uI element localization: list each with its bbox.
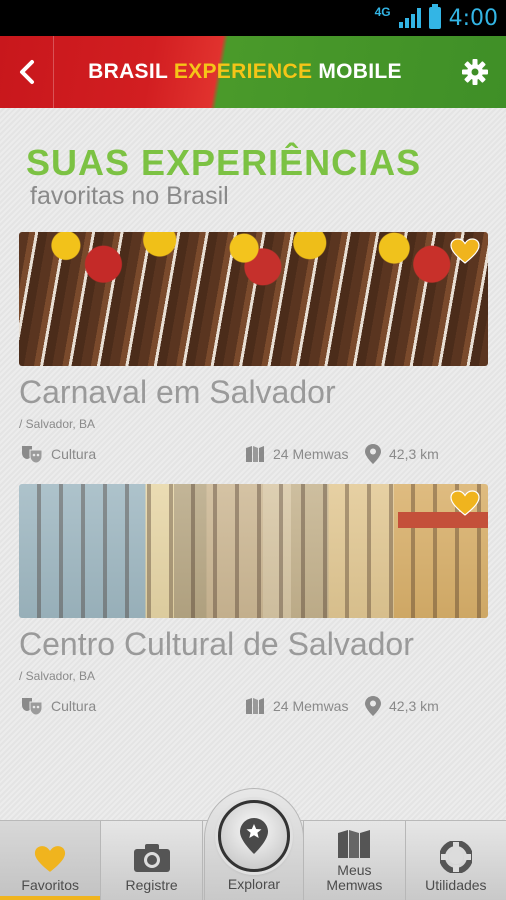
experience-title[interactable]: Carnaval em Salvador [19, 374, 488, 411]
page-subtitle: favoritas no Brasil [30, 182, 229, 210]
category: Cultura [21, 441, 96, 467]
experience-image[interactable] [19, 232, 488, 366]
back-arrow-icon [19, 60, 34, 84]
experience-image[interactable] [19, 484, 488, 618]
explore-button[interactable] [218, 800, 290, 872]
distance: 42,3 km [365, 693, 439, 719]
experience-card[interactable]: Carnaval em Salvador / Salvador, BA Cult… [19, 232, 488, 467]
distance-label: 42,3 km [389, 698, 439, 714]
app-title-part1: BRASIL [88, 60, 174, 83]
tab-registre[interactable]: Registre [101, 821, 203, 900]
experience-title[interactable]: Centro Cultural de Salvador [19, 626, 488, 663]
theater-masks-icon [22, 698, 43, 716]
experience-meta: Cultura 24 Memwas 42,3 km [19, 693, 488, 719]
memwas-count: 24 Memwas [245, 441, 348, 467]
app-header: BRASIL EXPERIENCE MOBILE [0, 36, 506, 108]
back-button[interactable] [0, 36, 54, 108]
memwas-count: 24 Memwas [245, 693, 348, 719]
theater-masks-icon [22, 446, 43, 464]
camera-icon [133, 844, 170, 872]
category: Cultura [21, 693, 96, 719]
app-title-accent: EXPERIENCE [173, 60, 313, 83]
memwas-label: 24 Memwas [273, 698, 349, 714]
tab-label: Registre [125, 877, 178, 893]
status-bar: 4G 4:00 [0, 0, 506, 36]
settings-button[interactable] [444, 36, 506, 108]
favorites-content: SUAS EXPERIÊNCIAS favoritas no Brasil Ca… [0, 108, 506, 820]
tab-meus-memwas[interactable]: Meus Memwas [304, 821, 406, 900]
favorite-heart-icon[interactable] [450, 238, 480, 264]
location-pin-icon [365, 444, 381, 464]
distance-label: 42,3 km [389, 446, 439, 462]
tab-favoritos[interactable]: Favoritos [0, 821, 102, 900]
clock: 4:00 [448, 5, 498, 31]
favorite-heart-icon[interactable] [450, 490, 480, 516]
tab-label: Favoritos [21, 877, 79, 893]
experience-location: / Salvador, BA [19, 417, 96, 431]
heart-icon [35, 846, 66, 872]
experience-location: / Salvador, BA [19, 669, 96, 683]
page-title: SUAS EXPERIÊNCIAS [26, 142, 422, 183]
memwas-icon [246, 698, 264, 714]
network-type: 4G [374, 5, 391, 19]
map-pin-star-icon [240, 818, 268, 854]
memwas-label: 24 Memwas [273, 446, 349, 462]
experience-card[interactable]: Centro Cultural de Salvador / Salvador, … [19, 484, 488, 719]
category-label: Cultura [51, 698, 97, 714]
memwas-icon [338, 830, 371, 858]
gear-icon [462, 59, 488, 85]
memwas-icon [246, 446, 264, 462]
signal-icon [398, 8, 421, 28]
tab-label: Meus Memwas [326, 862, 383, 893]
battery-icon [428, 4, 441, 29]
distance: 42,3 km [365, 441, 439, 467]
location-pin-icon [365, 696, 381, 716]
tab-utilidades[interactable]: Utilidades [406, 821, 506, 900]
lifebuoy-icon [439, 841, 472, 873]
app-title: BRASIL EXPERIENCE MOBILE [54, 60, 444, 84]
tab-explorar-label[interactable]: Explorar [204, 876, 304, 892]
app-title-part2: MOBILE [312, 60, 402, 83]
category-label: Cultura [51, 446, 97, 462]
experience-meta: Cultura 24 Memwas 42,3 km [19, 441, 488, 467]
tab-label: Utilidades [425, 877, 487, 893]
